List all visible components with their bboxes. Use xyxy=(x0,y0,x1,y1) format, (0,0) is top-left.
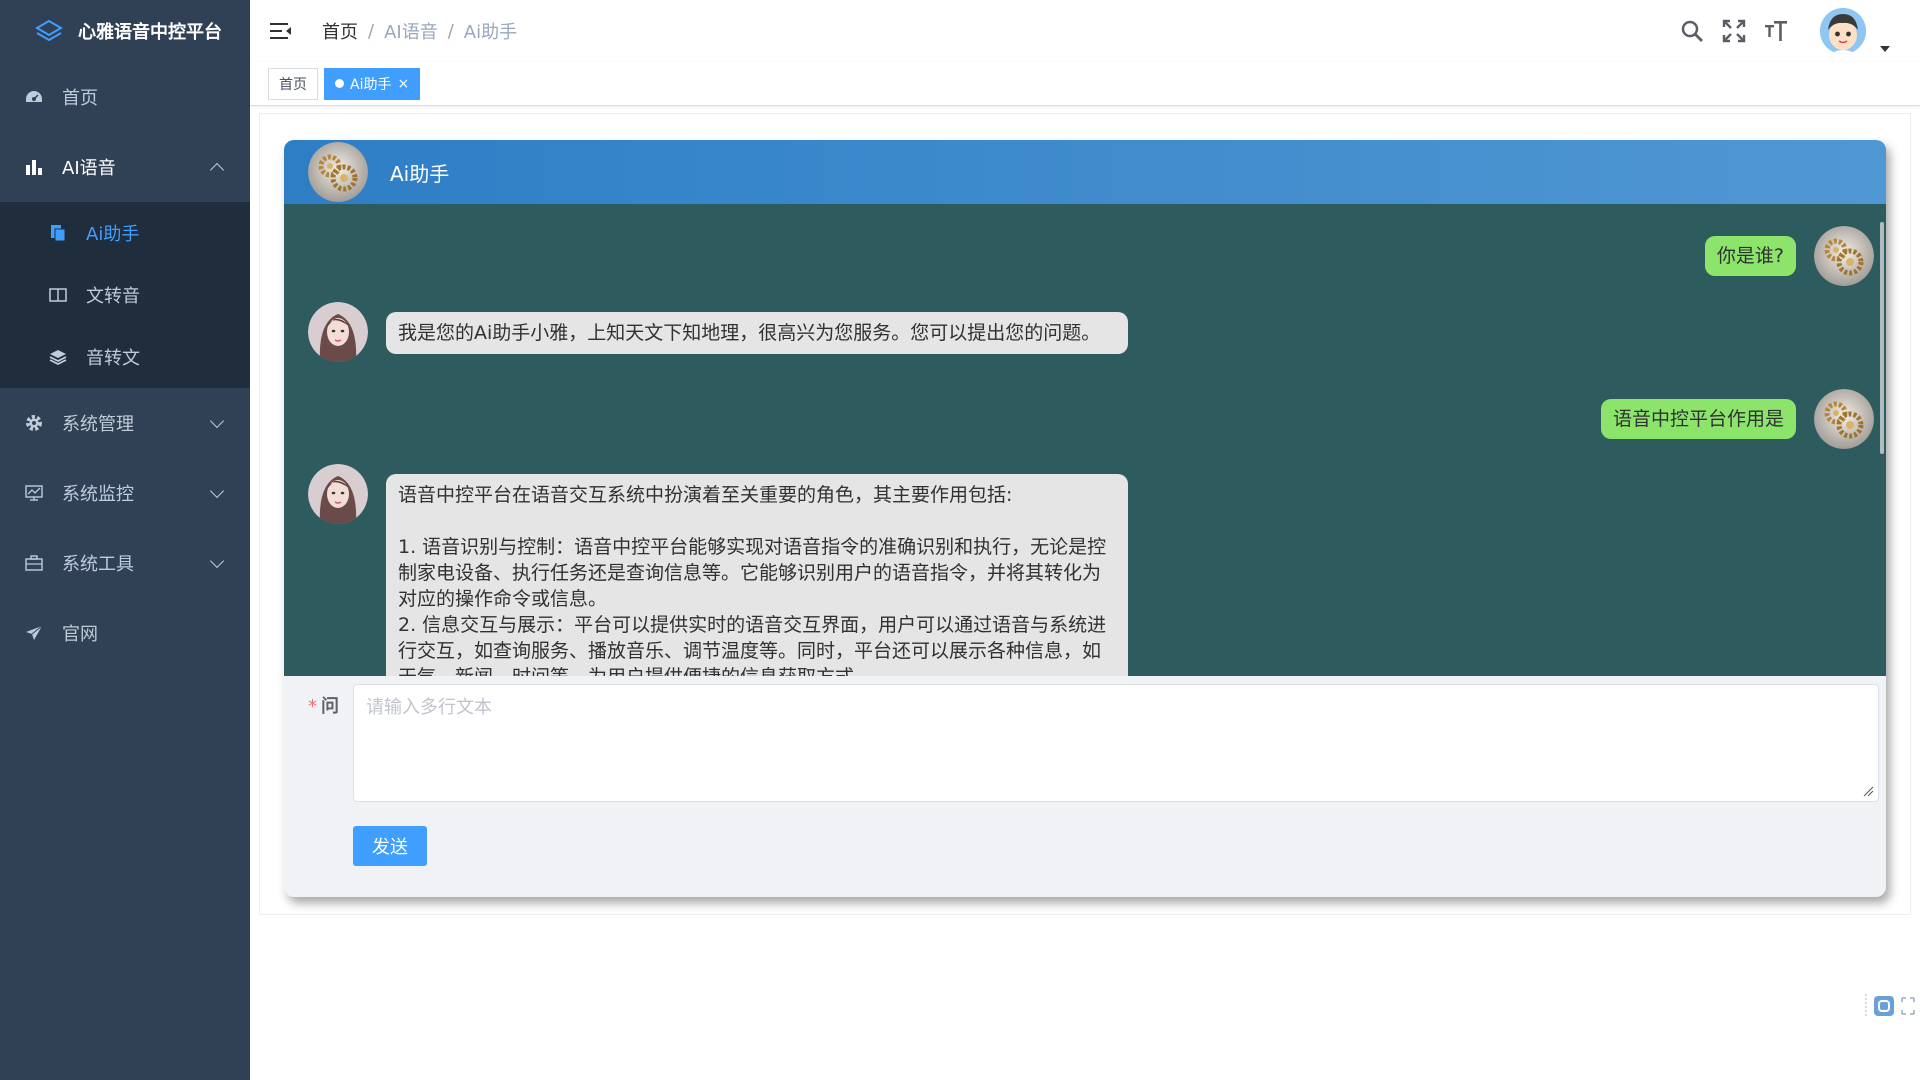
close-icon[interactable]: × xyxy=(397,76,409,92)
user-menu[interactable] xyxy=(1820,8,1890,54)
bot-avatar xyxy=(308,142,368,202)
chat-title: Ai助手 xyxy=(390,161,450,186)
sidebar-item-text-to-speech[interactable]: 文转音 xyxy=(0,264,250,326)
layers-logo-icon xyxy=(35,19,63,42)
ask-form: * 问 请输入多行文本 发送 xyxy=(284,676,1886,897)
ai-avatar xyxy=(308,464,368,524)
font-size-icon[interactable] xyxy=(1762,17,1790,45)
ai-line: 1. 语音识别与控制：语音中控平台能够实现对语音指令的准确识别和执行，无论是控制… xyxy=(398,536,1107,610)
chevron-down-icon xyxy=(209,553,225,569)
breadcrumb: 首页 / AI语音 / Ai助手 xyxy=(322,18,517,44)
tag-ai-assistant[interactable]: Ai助手 × xyxy=(324,67,421,100)
top-navbar: 首页 / AI语音 / Ai助手 xyxy=(250,0,1920,62)
dashboard-icon xyxy=(24,87,44,107)
layers-icon xyxy=(48,347,68,367)
sidebar-item-label: AI语音 xyxy=(62,158,116,179)
user-avatar[interactable] xyxy=(1820,8,1866,54)
breadcrumb-separator: / xyxy=(447,20,454,42)
sidebar-item-system-tools[interactable]: 系统工具 xyxy=(0,528,250,598)
widget-icon[interactable] xyxy=(1862,990,1918,1020)
question-label: * 问 xyxy=(308,692,339,718)
breadcrumb-home[interactable]: 首页 xyxy=(322,18,358,44)
resize-grip-icon[interactable] xyxy=(1862,785,1874,797)
right-menu xyxy=(1664,0,1890,62)
sidebar-item-system-management[interactable]: 系统管理 xyxy=(0,388,250,458)
user-bubble: 语音中控平台作用是 xyxy=(1600,399,1796,439)
book-icon xyxy=(48,285,68,305)
chevron-up-icon xyxy=(209,162,225,178)
monitor-icon xyxy=(24,483,44,503)
sidebar-item-home[interactable]: 首页 xyxy=(0,62,250,132)
sidebar-item-system-monitor[interactable]: 系统监控 xyxy=(0,458,250,528)
chat-scrollbar[interactable] xyxy=(1880,222,1884,454)
chat-header: Ai助手 xyxy=(284,140,1886,204)
chevron-down-icon xyxy=(209,483,225,499)
breadcrumb-ai-voice: AI语音 xyxy=(384,22,438,43)
tag-home[interactable]: 首页 xyxy=(268,67,318,100)
send-icon xyxy=(24,623,44,643)
fullscreen-icon[interactable] xyxy=(1720,17,1748,45)
sidebar-item-ai-voice[interactable]: AI语音 xyxy=(0,132,250,202)
textarea-placeholder: 请输入多行文本 xyxy=(366,697,492,718)
sidebar-item-label: Ai助手 xyxy=(86,224,140,245)
ai-bubble: 语音中控平台在语音交互系统中扮演着至关重要的角色，其主要作用包括: 1. 语音识… xyxy=(386,474,1128,676)
ai-line: 语音中控平台在语音交互系统中扮演着至关重要的角色，其主要作用包括: xyxy=(398,484,1013,506)
submenu-ai-voice: Ai助手 文转音 音转文 xyxy=(0,202,250,388)
tag-label: 首页 xyxy=(279,76,307,93)
breadcrumb-separator: / xyxy=(368,20,375,42)
sidebar-item-label: 系统管理 xyxy=(62,414,134,435)
bar-chart-icon xyxy=(24,157,44,177)
message-ai: 语音中控平台在语音交互系统中扮演着至关重要的角色，其主要作用包括: 1. 语音识… xyxy=(308,464,1128,676)
sidebar-item-speech-to-text[interactable]: 音转文 xyxy=(0,326,250,388)
sidebar-item-ai-assistant[interactable]: Ai助手 xyxy=(0,202,250,264)
search-icon[interactable] xyxy=(1678,17,1706,45)
menu-toggle-icon[interactable] xyxy=(270,21,292,41)
sidebar-item-official-site[interactable]: 官网 xyxy=(0,598,250,668)
ai-avatar xyxy=(308,302,368,362)
sidebar-item-label: 系统工具 xyxy=(62,554,134,575)
message-user: 你是谁? xyxy=(1704,226,1874,286)
user-bubble: 你是谁? xyxy=(1704,236,1796,276)
sidebar-item-label: 系统监控 xyxy=(62,484,134,505)
logo[interactable]: 心雅语音中控平台 xyxy=(0,0,250,62)
chevron-down-icon xyxy=(209,413,225,429)
user-message-avatar xyxy=(1814,389,1874,449)
question-textarea[interactable]: 请输入多行文本 xyxy=(353,684,1879,802)
breadcrumb-current: Ai助手 xyxy=(463,22,518,43)
sidebar-item-label: 官网 xyxy=(62,624,98,645)
sidebar: 心雅语音中控平台 首页 AI语音 Ai助手 文转音 音转文 系统管理 系统监控 … xyxy=(0,0,250,1080)
question-label-text: 问 xyxy=(321,696,339,717)
required-mark: * xyxy=(308,696,317,717)
caret-down-icon xyxy=(1880,46,1890,52)
chat-messages: 你是谁? 我是您的Ai助手小雅，上知天文下知地理，很高兴为您服务。您可以提出您的… xyxy=(284,204,1886,676)
message-user: 语音中控平台作用是 xyxy=(1600,389,1874,449)
tag-label: Ai助手 xyxy=(350,76,392,93)
message-ai: 我是您的Ai助手小雅，上知天文下知地理，很高兴为您服务。您可以提出您的问题。 xyxy=(308,302,1128,362)
user-message-avatar xyxy=(1814,226,1874,286)
ai-bubble: 我是您的Ai助手小雅，上知天文下知地理，很高兴为您服务。您可以提出您的问题。 xyxy=(386,312,1128,354)
ai-line xyxy=(398,508,1116,534)
active-dot-icon xyxy=(335,79,344,88)
toolbox-icon xyxy=(24,553,44,573)
send-button[interactable]: 发送 xyxy=(353,826,427,866)
gear-icon xyxy=(24,413,44,433)
sidebar-item-label: 文转音 xyxy=(86,286,140,307)
floating-widget[interactable] xyxy=(1862,990,1918,1020)
sidebar-item-label: 首页 xyxy=(62,88,98,109)
tags-view: 首页 Ai助手 × xyxy=(250,62,1920,106)
chat-card: Ai助手 你是谁? 我是您的Ai助手小雅，上知天文下知地理，很高兴为您服务。您可… xyxy=(284,140,1886,897)
app-title: 心雅语音中控平台 xyxy=(78,22,222,43)
sidebar-item-label: 音转文 xyxy=(86,348,140,369)
ai-line: 2. 信息交互与展示：平台可以提供实时的语音交互界面，用户可以通过语音与系统进行… xyxy=(398,614,1107,676)
document-icon xyxy=(48,223,68,243)
